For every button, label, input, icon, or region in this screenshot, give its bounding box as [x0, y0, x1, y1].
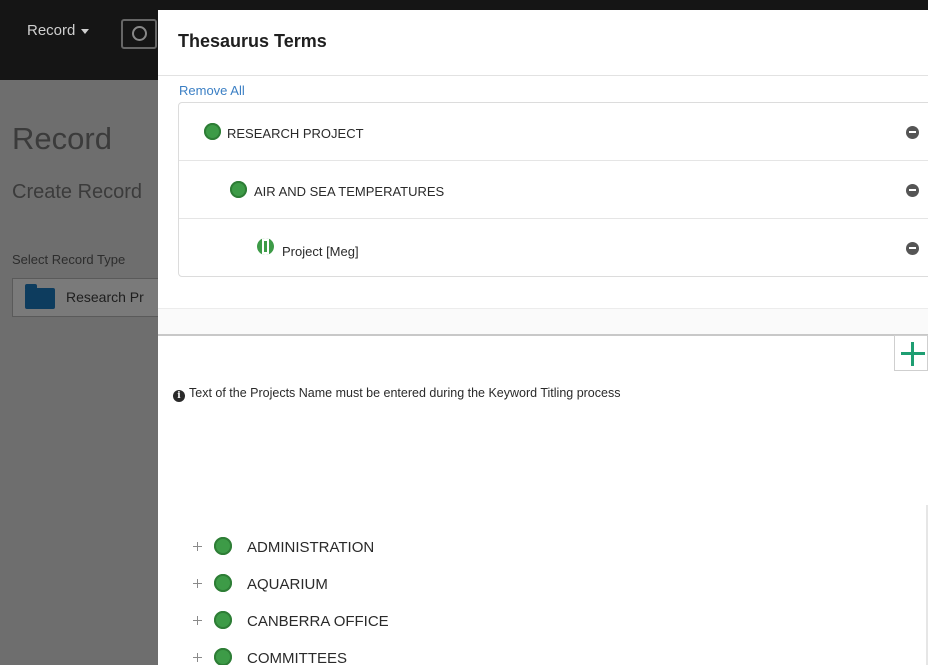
expand-icon[interactable]	[192, 652, 204, 664]
green-circle-icon	[230, 181, 247, 198]
green-circle-icon	[204, 123, 221, 140]
record-menu-label: Record	[27, 22, 76, 39]
tree-item[interactable]: ADMINISTRATION	[192, 535, 892, 572]
selected-term-row: AIR AND SEA TEMPERATURES	[179, 161, 928, 219]
selected-term-label: Project [Meg]	[282, 244, 359, 259]
selected-term-row: Project [Meg]	[179, 219, 928, 277]
info-icon: i	[173, 390, 185, 402]
green-circle-icon	[214, 648, 232, 665]
green-circle-icon	[214, 574, 232, 592]
remove-term-icon[interactable]	[906, 242, 919, 255]
tree-item-label[interactable]: CANBERRA OFFICE	[247, 613, 389, 630]
page-title: Record	[12, 121, 112, 156]
tree-item[interactable]: AQUARIUM	[192, 572, 892, 609]
remove-all-link[interactable]: Remove All	[179, 83, 245, 98]
thesaurus-tree: ADMINISTRATION AQUARIUM CANBERRA OFFICE …	[192, 535, 892, 665]
info-message-text: Text of the Projects Name must be entere…	[189, 386, 621, 400]
add-term-button[interactable]	[894, 335, 928, 371]
record-menu[interactable]: Record	[27, 22, 90, 39]
caret-down-icon	[81, 28, 90, 34]
remove-term-icon[interactable]	[906, 184, 919, 197]
tree-item[interactable]: CANBERRA OFFICE	[192, 609, 892, 646]
expand-icon[interactable]	[192, 615, 204, 627]
tree-item-label[interactable]: ADMINISTRATION	[247, 539, 374, 556]
green-circle-icon	[214, 611, 232, 629]
tree-item[interactable]: COMMITTEES	[192, 646, 892, 665]
expand-icon[interactable]	[192, 578, 204, 590]
tree-item-label[interactable]: AQUARIUM	[247, 576, 328, 593]
selected-term-label: AIR AND SEA TEMPERATURES	[254, 184, 445, 199]
dialog-title: Thesaurus Terms	[178, 31, 327, 51]
dialog-header: Thesaurus Terms	[158, 10, 928, 76]
green-circle-icon	[214, 537, 232, 555]
info-message: i Text of the Projects Name must be enter…	[173, 386, 620, 402]
thesaurus-terms-dialog: Thesaurus Terms Remove All RESEARCH PROJ…	[158, 10, 928, 665]
selected-term-row: RESEARCH PROJECT	[179, 103, 928, 161]
search-icon[interactable]	[121, 19, 157, 49]
remove-term-icon[interactable]	[906, 126, 919, 139]
expand-icon[interactable]	[192, 541, 204, 553]
selected-term-label: RESEARCH PROJECT	[227, 126, 364, 141]
record-type-value: Research Pr	[66, 289, 144, 305]
tree-item-label[interactable]: COMMITTEES	[247, 650, 347, 665]
selected-terms-list: RESEARCH PROJECT AIR AND SEA TEMPERATURE…	[178, 102, 928, 277]
project-icon	[257, 238, 274, 255]
record-type-label: Select Record Type	[12, 252, 126, 267]
section-divider	[158, 308, 928, 336]
page-subtitle: Create Record	[12, 181, 143, 203]
folder-icon	[25, 284, 55, 309]
